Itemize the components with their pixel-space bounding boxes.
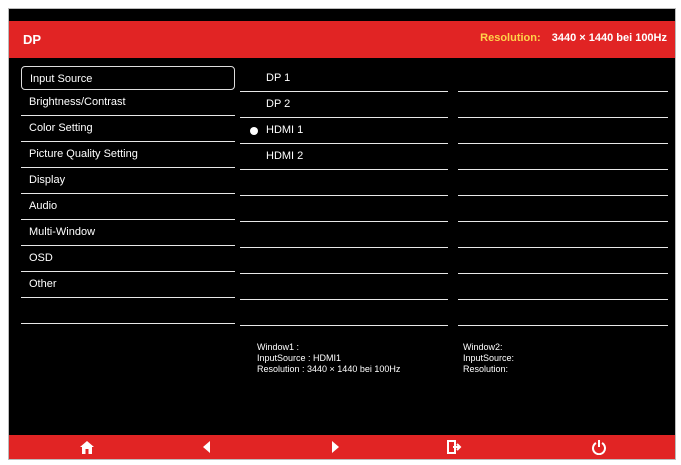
window1-info: Window1 : InputSource : HDMI1 Resolution…	[257, 342, 400, 375]
menu-item-label: OSD	[29, 252, 53, 264]
list-row-empty	[458, 248, 668, 274]
window2-title: Window2:	[463, 342, 503, 352]
list-row-empty	[458, 196, 668, 222]
source-option-label: HDMI 2	[266, 150, 304, 162]
sub-option-list	[458, 66, 668, 326]
menu-item-audio[interactable]: Audio	[21, 194, 235, 220]
power-icon	[592, 440, 606, 455]
selected-dot-icon	[250, 127, 258, 135]
resolution-value: 3440 × 1440 bei 100Hz	[551, 32, 667, 44]
window1-title: Window1 :	[257, 342, 300, 352]
window1-input: InputSource : HDMI1	[257, 353, 342, 363]
home-icon	[80, 441, 94, 454]
list-row-empty	[240, 300, 448, 326]
window2-resolution: Resolution:	[463, 364, 509, 374]
menu-item-label: Display	[29, 174, 66, 186]
menu-item-label: Brightness/Contrast	[29, 96, 126, 108]
list-row-empty	[458, 118, 668, 144]
menu-item-label: Color Setting	[29, 122, 93, 134]
list-row-empty	[240, 170, 448, 196]
exit-icon	[447, 440, 462, 454]
title-bar: DP Resolution: 3440 × 1440 bei 100Hz	[9, 21, 675, 58]
list-row-empty	[240, 222, 448, 248]
source-option-label: HDMI 1	[266, 124, 304, 136]
menu-item-label: Input Source	[30, 73, 93, 85]
right-button[interactable]	[317, 435, 353, 459]
menu-item-label: Picture Quality Setting	[29, 148, 138, 160]
source-option-hdmi2[interactable]: HDMI 2	[240, 144, 448, 170]
source-option-label: DP 2	[266, 98, 291, 110]
input-source-list: DP 1 DP 2 HDMI 1 HDMI 2	[240, 66, 448, 326]
list-row-empty	[458, 92, 668, 118]
osd-menu-window: DP Resolution: 3440 × 1440 bei 100Hz Inp…	[8, 8, 676, 460]
button-bar	[9, 435, 675, 459]
resolution-readout: Resolution: 3440 × 1440 bei 100Hz	[480, 32, 667, 44]
input-title: DP	[23, 32, 42, 47]
list-row-empty	[458, 144, 668, 170]
list-row-empty	[458, 170, 668, 196]
window2-info: Window2: InputSource: Resolution:	[463, 342, 514, 375]
window1-resolution: Resolution : 3440 × 1440 bei 100Hz	[257, 364, 401, 374]
exit-button[interactable]	[436, 435, 472, 459]
right-arrow-icon	[332, 441, 339, 453]
list-row-empty	[458, 222, 668, 248]
list-row-empty	[240, 274, 448, 300]
menu-item-input-source[interactable]: Input Source	[21, 66, 235, 90]
window2-input: InputSource:	[463, 353, 515, 363]
menu-item-color-setting[interactable]: Color Setting	[21, 116, 235, 142]
menu-item-label: Multi-Window	[29, 226, 96, 238]
menu-item-osd[interactable]: OSD	[21, 246, 235, 272]
menu-item-display[interactable]: Display	[21, 168, 235, 194]
left-arrow-icon	[203, 441, 210, 453]
resolution-label: Resolution:	[480, 32, 541, 44]
source-option-dp2[interactable]: DP 2	[240, 92, 448, 118]
list-row-empty	[458, 66, 668, 92]
source-option-hdmi1[interactable]: HDMI 1	[240, 118, 448, 144]
source-option-label: DP 1	[266, 72, 291, 84]
menu-item-label: Other	[29, 278, 57, 290]
menu-item-picture-quality[interactable]: Picture Quality Setting	[21, 142, 235, 168]
list-row-empty	[458, 300, 668, 326]
list-row-empty	[240, 248, 448, 274]
menu-item-other[interactable]: Other	[21, 272, 235, 298]
menu-item-empty	[21, 298, 235, 324]
menu-item-brightness-contrast[interactable]: Brightness/Contrast	[21, 90, 235, 116]
power-button[interactable]	[581, 435, 617, 459]
main-menu: Input Source Brightness/Contrast Color S…	[21, 66, 235, 324]
list-row-empty	[240, 196, 448, 222]
menu-item-multi-window[interactable]: Multi-Window	[21, 220, 235, 246]
source-option-dp1[interactable]: DP 1	[240, 66, 448, 92]
menu-item-label: Audio	[29, 200, 58, 212]
list-row-empty	[458, 274, 668, 300]
left-button[interactable]	[189, 435, 225, 459]
home-button[interactable]	[69, 435, 105, 459]
